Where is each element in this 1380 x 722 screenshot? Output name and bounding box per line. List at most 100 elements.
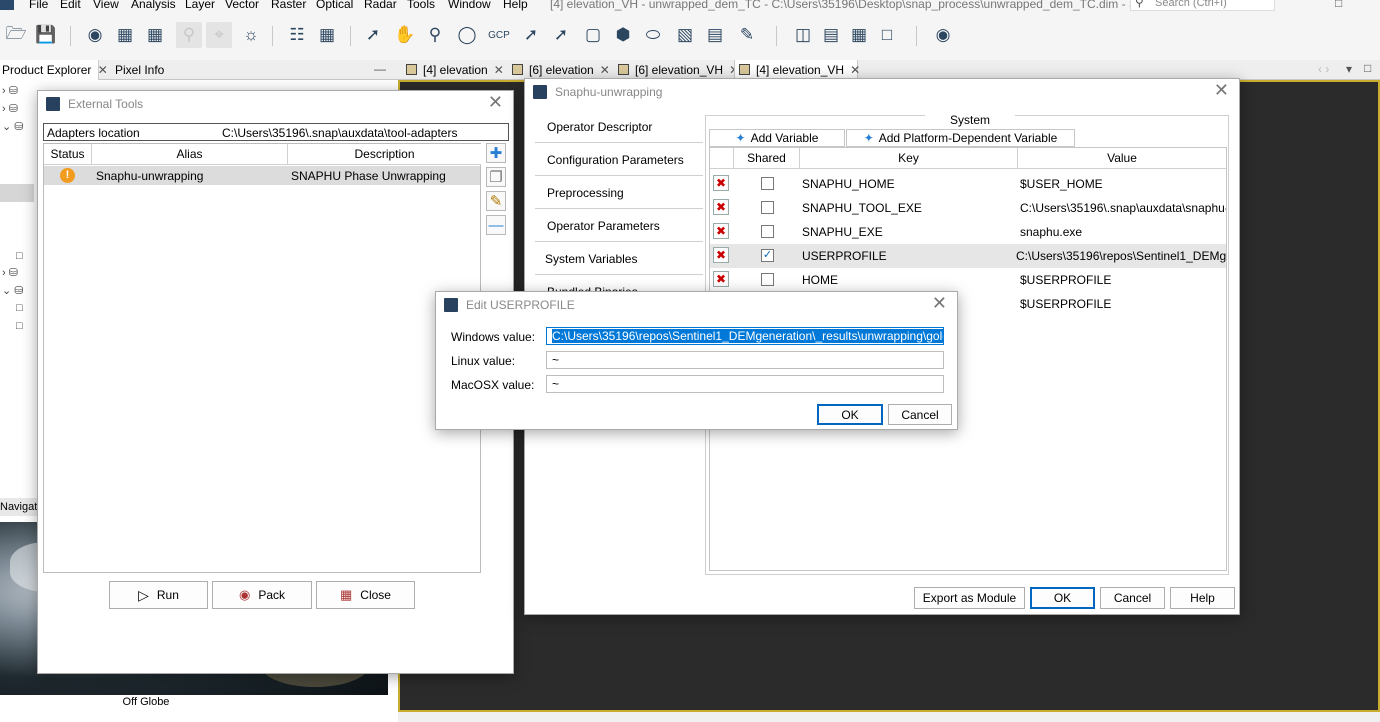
select-tool-icon[interactable]: ➚ [360, 22, 386, 48]
tree-node-icon[interactable]: ⌄ ⛁ [2, 120, 24, 133]
nav-operator-descriptor[interactable]: Operator Descriptor [535, 112, 703, 143]
shared-checkbox-checked[interactable]: ✓ [761, 249, 774, 262]
scroll-tabs-icon[interactable]: ‹ › [1318, 62, 1329, 76]
remove-variable-icon[interactable]: ✖ [713, 271, 729, 287]
pack-button[interactable]: ◉ Pack [212, 581, 312, 609]
tree-node-icon[interactable]: › ⛁ [2, 84, 18, 97]
shared-checkbox[interactable] [761, 201, 774, 214]
navigation-tab[interactable]: Navigati [0, 498, 40, 516]
maximize-window-icon[interactable]: □ [1335, 0, 1342, 10]
close-icon[interactable]: ✕ [1214, 81, 1229, 99]
menu-analysis[interactable]: Analysis [131, 0, 176, 11]
edit-tool-icon[interactable]: ✎ [486, 191, 506, 211]
cancel-button[interactable]: Cancel [1100, 587, 1165, 609]
menu-view[interactable]: View [93, 0, 119, 11]
nav-operator-parameters[interactable]: Operator Parameters [535, 211, 703, 242]
nav-system-variables[interactable]: System Variables [535, 244, 703, 275]
menu-raster[interactable]: Raster [271, 0, 306, 11]
table-row[interactable]: ✖ SNAPHU_HOME $USER_HOME [710, 172, 1226, 196]
gcp-tool-icon[interactable]: GCP [486, 22, 512, 48]
menu-radar[interactable]: Radar [364, 0, 397, 11]
maximize-icon[interactable]: □ [1364, 61, 1371, 75]
brush-tool-icon[interactable]: ✎ [734, 22, 760, 48]
search-input[interactable]: ⚲ Search (Ctrl+I) [1130, 0, 1275, 11]
column-header-status[interactable]: Status [44, 144, 92, 165]
pin-tool-icon[interactable]: ◯ [454, 22, 480, 48]
macosx-value-input[interactable]: ~ [546, 375, 944, 393]
nav-preprocessing[interactable]: Preprocessing [535, 178, 703, 209]
polyline-tool-icon[interactable]: ➚ [548, 22, 574, 48]
shared-checkbox[interactable] [761, 225, 774, 238]
graticule-icon[interactable]: ▦ [142, 22, 168, 48]
world-view-icon[interactable]: ☼ [238, 22, 264, 48]
rectangle-tool-icon[interactable]: ▢ [580, 22, 606, 48]
range-finder-icon[interactable]: ▤ [702, 22, 728, 48]
menu-tools[interactable]: Tools [407, 0, 435, 11]
tab-doc-3[interactable]: [6] elevation_VH✕ [614, 60, 739, 80]
ellipse-tool-icon[interactable]: ⬭ [640, 22, 666, 48]
column-header-shared[interactable]: Shared [734, 148, 800, 169]
column-header-key[interactable]: Key [800, 148, 1018, 169]
band-maths-icon[interactable]: ◉ [82, 22, 108, 48]
remove-variable-icon[interactable]: ✖ [713, 247, 729, 263]
linux-value-input[interactable]: ~ [546, 351, 944, 369]
menu-edit[interactable]: Edit [60, 0, 81, 11]
open-product-icon[interactable]: 🗁 [3, 22, 29, 48]
ok-button[interactable]: OK [1030, 587, 1095, 609]
screenshot-icon[interactable]: ◉ [930, 22, 956, 48]
batch-processing-icon[interactable]: ▦ [314, 22, 340, 48]
tree-node-icon[interactable]: › ⛁ [2, 266, 18, 279]
menu-file[interactable]: File [29, 0, 48, 11]
column-header-alias[interactable]: Alias [92, 144, 288, 165]
shared-checkbox[interactable] [761, 273, 774, 286]
close-icon[interactable]: ✕ [850, 63, 860, 77]
tab-doc-2[interactable]: [6] elevation ✕ [508, 60, 612, 80]
minimize-panel-icon[interactable]: — [374, 62, 386, 76]
add-tool-icon[interactable]: ✚ [486, 143, 506, 163]
menu-vector[interactable]: Vector [225, 0, 259, 11]
magic-wand-icon[interactable]: ▧ [672, 22, 698, 48]
tab-list-icon[interactable]: ▾ [1346, 62, 1352, 76]
close-icon[interactable]: ✕ [932, 294, 947, 312]
shared-checkbox[interactable] [761, 177, 774, 190]
table-row[interactable]: ✖ HOME $USERPROFILE [710, 268, 1226, 292]
save-product-icon[interactable]: 💾 [33, 22, 59, 48]
ok-button[interactable]: OK [817, 404, 883, 425]
add-variable-button[interactable]: ✦ Add Variable [709, 129, 845, 147]
menu-help[interactable]: Help [503, 0, 528, 11]
tree-node-icon[interactable]: ⌄ ⛁ [2, 284, 24, 297]
nav-configuration-parameters[interactable]: Configuration Parameters [535, 145, 703, 176]
remove-tool-icon[interactable]: — [486, 215, 506, 235]
menu-window[interactable]: Window [448, 0, 491, 11]
table-row-selected[interactable]: ✖ ✓ USERPROFILE C:\Users\35196\repos\Sen… [710, 244, 1226, 268]
filtered-band-icon[interactable]: ▦ [112, 22, 138, 48]
remove-variable-icon[interactable]: ✖ [713, 199, 729, 215]
tile-horizontal-icon[interactable]: ◫ [790, 22, 816, 48]
remove-variable-icon[interactable]: ✖ [713, 223, 729, 239]
close-icon[interactable]: ✕ [488, 93, 503, 111]
tab-doc-4[interactable]: [4] elevation_VH ✕ [734, 60, 860, 80]
cancel-button[interactable]: Cancel [888, 404, 952, 425]
table-row[interactable]: ! Snaphu-unwrapping SNAPHU Phase Unwrapp… [44, 166, 480, 185]
close-icon[interactable]: ✕ [600, 63, 610, 77]
tree-selected-row[interactable] [0, 184, 34, 202]
column-header-value[interactable]: Value [1018, 148, 1226, 169]
add-platform-variable-button[interactable]: ✦ Add Platform-Dependent Variable [846, 129, 1075, 147]
close-button[interactable]: ▦ Close [316, 581, 415, 609]
duplicate-tool-icon[interactable]: ❐ [486, 167, 506, 187]
polygon-tool-icon[interactable]: ⬢ [610, 22, 636, 48]
menu-optical[interactable]: Optical [316, 0, 353, 11]
table-row[interactable]: ✖ SNAPHU_EXE snaphu.exe [710, 220, 1226, 244]
tree-node-icon[interactable]: □ [16, 320, 23, 332]
help-button[interactable]: Help [1170, 587, 1235, 609]
menu-layer[interactable]: Layer [185, 0, 215, 11]
remove-variable-icon[interactable]: ✖ [713, 175, 729, 191]
tree-node-icon[interactable]: › ⛁ [2, 102, 18, 115]
column-header-description[interactable]: Description [288, 144, 481, 165]
tile-evenly-icon[interactable]: □ [874, 22, 900, 48]
graph-builder-icon[interactable]: ☷ [284, 22, 310, 48]
tab-pixel-info[interactable]: Pixel Info [113, 60, 166, 80]
close-icon[interactable]: ✕ [494, 63, 504, 77]
table-row[interactable]: ✖ SNAPHU_TOOL_EXE C:\Users\35196\.snap\a… [710, 196, 1226, 220]
line-tool-icon[interactable]: ➚ [518, 22, 544, 48]
